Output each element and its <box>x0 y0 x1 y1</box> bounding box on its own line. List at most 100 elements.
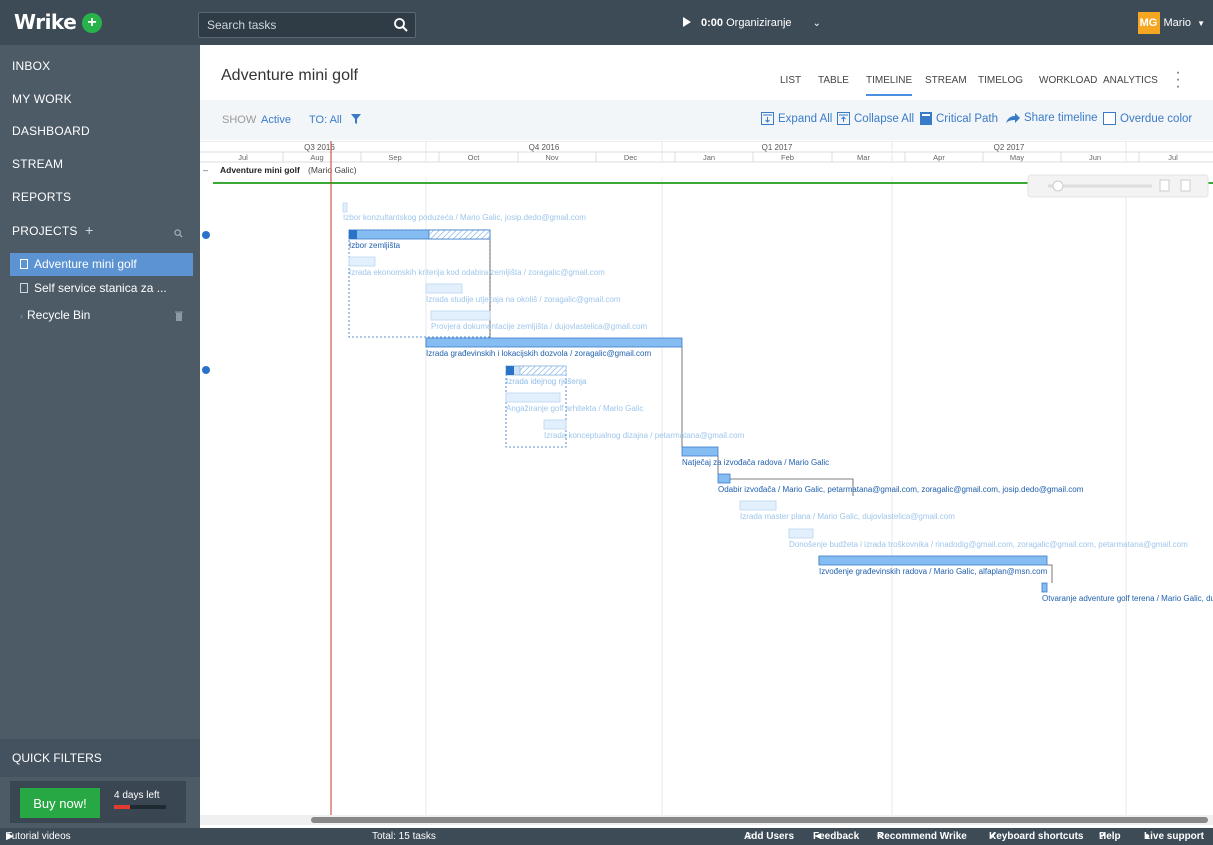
user-menu[interactable]: MG Mario ▼ <box>1137 12 1205 34</box>
wrike-logo[interactable]: Wrike <box>14 10 77 34</box>
task-label[interactable]: Izrada master plana / Mario Galic, dujov… <box>740 512 955 521</box>
task-label[interactable]: Izbor konzultantskog poduzeća / Mario Ga… <box>343 213 586 222</box>
task-label[interactable]: Natječaj za izvođača radova / Mario Gali… <box>682 458 829 467</box>
play-icon[interactable] <box>683 17 691 27</box>
user-name[interactable]: Mario <box>1164 17 1192 29</box>
month-label: Mar <box>857 153 870 162</box>
critical-path-button[interactable]: Critical Path <box>920 112 998 125</box>
tab-timelog[interactable]: TIMELOG <box>978 75 1023 86</box>
tab-workload[interactable]: WORKLOAD <box>1039 75 1097 86</box>
task-bar[interactable] <box>818 555 1048 566</box>
search-input[interactable] <box>199 13 389 37</box>
task-label[interactable]: Otvaranje adventure golf terena / Mario … <box>1042 594 1213 603</box>
task-label[interactable]: Provjera dokumentacije zemljišta / dujov… <box>431 322 648 331</box>
task-bar[interactable] <box>425 283 463 294</box>
task-label[interactable]: Izrada idejnog rješenja <box>506 377 587 386</box>
critical-path-icon <box>920 112 932 125</box>
recycle-bin[interactable]: › Recycle Bin <box>10 304 193 327</box>
project-row-owner: (Mario Galic) <box>308 165 357 175</box>
project-item-adventure-mini-golf[interactable]: Adventure mini golf <box>10 253 193 276</box>
zoom-fit-icon[interactable] <box>1159 179 1170 192</box>
task-label[interactable]: Donošenje budžeta i izrada troškovnika /… <box>789 540 1188 549</box>
zoom-slider-handle[interactable] <box>1052 180 1064 192</box>
task-bar[interactable] <box>348 256 376 267</box>
tab-stream[interactable]: STREAM <box>925 75 967 86</box>
create-new-button[interactable]: + <box>82 13 102 33</box>
quarter-label: Q4 2016 <box>529 143 560 152</box>
share-timeline-button[interactable]: Share timeline <box>1006 112 1098 124</box>
task-label[interactable]: Izrada studije utjecaja na okoliš / zora… <box>426 295 621 304</box>
project-name: Adventure mini golf <box>34 257 137 271</box>
caret-down-icon[interactable]: ▼ <box>1197 19 1205 28</box>
filter-icon[interactable] <box>351 114 361 124</box>
tab-timeline[interactable]: TIMELINE <box>866 75 913 96</box>
task-label[interactable]: Odabir izvođača / Mario Galic, petarmata… <box>718 485 1084 494</box>
tab-list[interactable]: LIST <box>780 75 801 86</box>
task-bar[interactable] <box>717 473 731 484</box>
month-label: Sep <box>388 153 401 162</box>
assignee-filter[interactable]: TO: All <box>309 114 342 126</box>
task-bar[interactable] <box>681 446 719 457</box>
fullscreen-icon[interactable] <box>1180 179 1191 192</box>
expand-all-button[interactable]: Expand All <box>761 112 832 125</box>
task-label[interactable]: Izrada ekonomskih kriterija kod odabira … <box>349 268 605 277</box>
chevron-down-icon[interactable]: ⌄ <box>813 18 821 29</box>
month-label: May <box>1010 153 1024 162</box>
task-bar-overdue <box>519 365 567 376</box>
horizontal-scrollbar[interactable] <box>200 815 1213 825</box>
add-users-label: Add Users <box>744 831 795 842</box>
sidebar-item-stream[interactable]: STREAM <box>12 157 63 171</box>
month-label: Dec <box>624 153 638 162</box>
month-label: Aug <box>310 153 323 162</box>
task-bar[interactable] <box>425 337 683 348</box>
task-label[interactable]: Izvođenje građevinskih radova / Mario Ga… <box>819 567 1048 576</box>
task-bar[interactable] <box>739 500 777 511</box>
chevron-right-icon[interactable]: › <box>20 311 23 321</box>
task-bar[interactable] <box>543 419 567 430</box>
collapse-project-icon[interactable]: – <box>203 165 208 175</box>
checkbox-icon[interactable] <box>1103 112 1116 125</box>
tab-analytics[interactable]: ANALYTICS <box>1103 75 1158 86</box>
projects-label: PROJECTS <box>12 224 78 238</box>
footer-bar: ▶ Tutorial videos Total: 15 tasks ☺ Add … <box>0 828 1213 845</box>
more-options-icon[interactable]: · · · <box>1175 65 1181 95</box>
search-icon[interactable] <box>393 17 409 33</box>
projects-search-icon[interactable] <box>174 229 183 238</box>
sidebar-item-inbox[interactable]: INBOX <box>12 59 50 73</box>
recycle-bin-label: Recycle Bin <box>27 308 91 322</box>
task-bar[interactable] <box>788 528 814 539</box>
scrollbar-thumb[interactable] <box>311 817 1208 823</box>
collapse-task-icon[interactable] <box>349 230 357 239</box>
share-icon <box>1006 113 1020 123</box>
task-label[interactable]: Angažiranje golf arhitekta / Mario Galic <box>506 404 643 413</box>
sidebar-item-dashboard[interactable]: DASHBOARD <box>12 124 90 138</box>
sidebar-item-my-work[interactable]: MY WORK <box>12 92 72 106</box>
task-bar[interactable] <box>505 392 561 403</box>
collapse-all-button[interactable]: Collapse All <box>837 112 914 125</box>
document-icon <box>20 283 28 293</box>
tab-table[interactable]: TABLE <box>818 75 849 86</box>
task-bar[interactable] <box>430 310 491 321</box>
task-bar[interactable] <box>1041 582 1048 593</box>
project-item-self-service[interactable]: Self service stanica za ... <box>10 277 193 300</box>
collapse-group-icon[interactable] <box>202 231 210 239</box>
time-tracker[interactable]: 0:00 Organiziranje ⌄ <box>683 17 821 29</box>
month-label: Nov <box>545 153 559 162</box>
add-project-button[interactable]: + <box>85 222 93 238</box>
overdue-color-toggle[interactable]: Overdue color <box>1103 112 1192 125</box>
collapse-task-icon[interactable] <box>506 366 514 375</box>
task-label[interactable]: Izrada konceptualnog dizajna / petarmata… <box>544 431 745 440</box>
sidebar-item-reports[interactable]: REPORTS <box>12 190 71 204</box>
keyboard-shortcuts-label: Keyboard shortcuts <box>989 831 1084 842</box>
task-label[interactable]: Izbor zemljišta <box>349 241 401 250</box>
sidebar-item-projects[interactable]: PROJECTS + <box>12 222 94 238</box>
buy-now-button[interactable]: Buy now! <box>20 788 100 818</box>
task-label[interactable]: Izrada građevinskih i lokacijskih dozvol… <box>426 349 651 358</box>
top-bar: Wrike + 0:00 Organiziranje ⌄ MG Mario ▼ <box>0 0 1213 45</box>
avatar[interactable]: MG <box>1137 12 1160 34</box>
collapse-group-icon[interactable] <box>202 366 210 374</box>
status-filter[interactable]: Active <box>261 114 291 126</box>
task-bar[interactable] <box>342 202 348 213</box>
trash-icon[interactable] <box>175 311 183 321</box>
quick-filters[interactable]: QUICK FILTERS <box>0 739 200 777</box>
